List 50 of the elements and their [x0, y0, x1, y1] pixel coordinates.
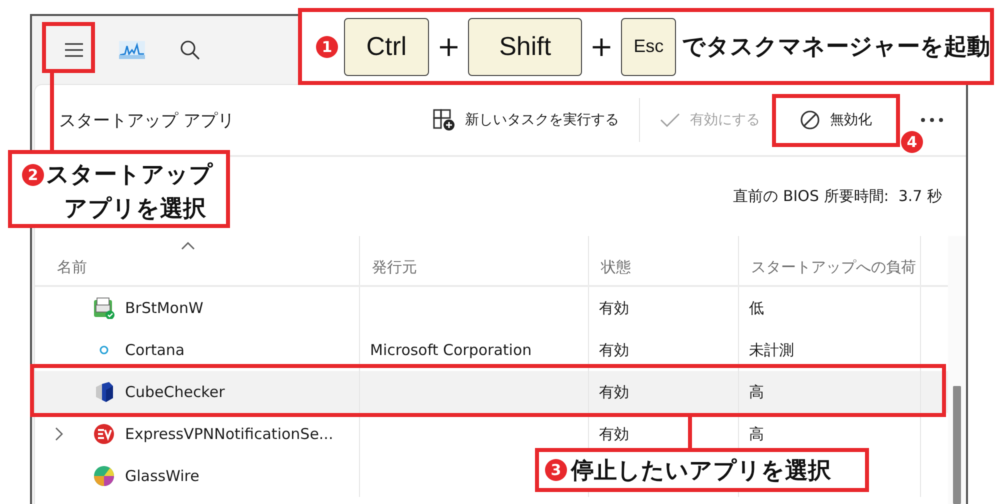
table-cell: Microsoft Corporation: [370, 341, 532, 359]
performance-graph-icon: [119, 41, 145, 59]
scrollbar-thumb[interactable]: [953, 386, 961, 504]
table-cell: 高: [749, 424, 764, 444]
table-cell: 有効: [599, 340, 629, 360]
table-row[interactable]: CubeChecker 有効 高: [35, 371, 948, 413]
table-cell: 有効: [599, 382, 629, 402]
app-name: ExpressVPNNotificationSe...: [125, 425, 334, 443]
step-number-badge: 2: [22, 164, 44, 186]
app-name: BrStMonW: [125, 299, 204, 317]
command-button[interactable]: 無効化: [772, 94, 900, 146]
app-name: CubeChecker: [125, 383, 225, 401]
app-icon: [93, 297, 115, 319]
column-header[interactable]: スタートアップへの負荷: [751, 258, 916, 277]
keyboard-key: Ctrl: [344, 18, 429, 76]
highlight-frame: [42, 22, 95, 73]
app-name: GlassWire: [125, 467, 200, 485]
plus-sign: +: [590, 30, 614, 63]
bios-time-text: 直前の BIOS 所要時間: 3.7 秒: [733, 187, 942, 206]
more-options-icon[interactable]: [920, 117, 944, 123]
column-header[interactable]: 名前: [57, 258, 87, 277]
table-cell: 未計測: [749, 340, 794, 360]
new-task-icon: [433, 109, 455, 131]
app-name: Cortana: [125, 341, 185, 359]
table-cell: 有効: [599, 424, 629, 444]
column-header[interactable]: 発行元: [372, 258, 417, 277]
prohibited-icon: [800, 110, 820, 130]
callout-text: アプリを選択: [63, 195, 207, 224]
keyboard-key: Shift: [468, 18, 582, 76]
command-button[interactable]: 新しいタスクを実行する: [421, 98, 631, 142]
app-icon: [93, 381, 115, 403]
step-number-badge: 1: [316, 36, 338, 58]
page-title: スタートアップ アプリ: [59, 110, 236, 132]
callout-text: でタスクマネージャーを起動: [682, 33, 990, 62]
step-number-badge: 3: [545, 459, 567, 481]
callout-text: 停止したいアプリを選択: [571, 456, 831, 486]
table-cell: 低: [749, 298, 764, 318]
table-cell: 高: [749, 382, 764, 402]
checkmark-icon: [660, 112, 680, 128]
chevron-right-icon[interactable]: [55, 427, 63, 441]
search-icon: [180, 40, 200, 60]
app-icon: [93, 423, 115, 445]
callout-text: スタートアップ: [46, 161, 213, 190]
table-row[interactable]: BrStMonW 有効 低: [35, 287, 948, 329]
column-header[interactable]: 状態: [601, 258, 631, 277]
app-icon: [93, 465, 115, 487]
keyboard-key: Esc: [621, 18, 676, 76]
plus-sign: +: [436, 30, 460, 63]
table-cell: 有効: [599, 298, 629, 318]
menu-icon: [64, 42, 84, 58]
